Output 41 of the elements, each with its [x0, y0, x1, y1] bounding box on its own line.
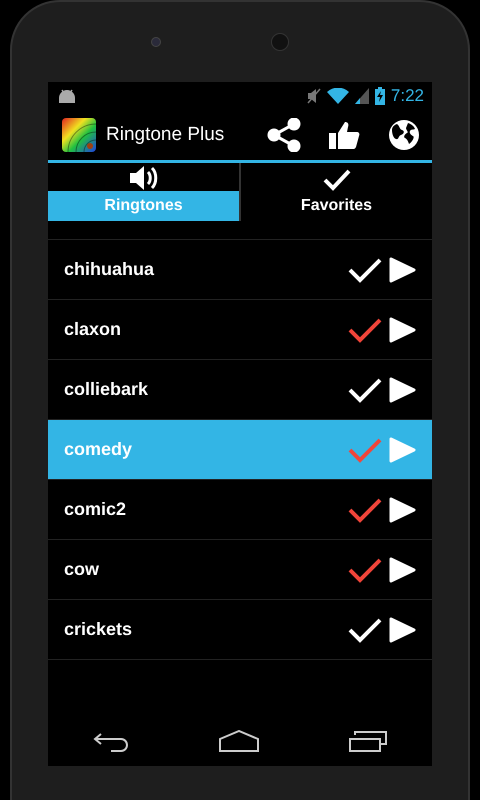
ringtone-name: crickets: [64, 619, 134, 640]
ringtone-name: claxon: [64, 319, 122, 340]
tab[interactable]: Favorites: [239, 163, 432, 221]
play-icon[interactable]: [388, 496, 416, 524]
camera-lens: [151, 37, 161, 47]
favorite-check-icon[interactable]: [348, 436, 382, 462]
app-logo-icon: [62, 118, 96, 152]
ringtone-row[interactable]: comic2: [48, 480, 432, 540]
ringtone-name: comic2: [64, 499, 128, 520]
speaker-grille: [271, 33, 289, 51]
ringtone-name: cow: [64, 559, 100, 580]
check-icon: [322, 169, 350, 191]
clock-time: 7:22: [390, 86, 424, 106]
play-icon[interactable]: [388, 316, 416, 344]
ringtone-row[interactable]: claxon: [48, 300, 432, 360]
favorite-check-icon[interactable]: [348, 316, 382, 342]
ringtone-name: colliebark: [64, 379, 150, 400]
home-icon[interactable]: [219, 730, 259, 752]
speaker-icon: [128, 165, 158, 191]
globe-icon[interactable]: [388, 119, 420, 151]
play-icon[interactable]: [388, 616, 416, 644]
app-title: Ringtone Plus: [106, 124, 226, 146]
ringtone-row[interactable]: crickets: [48, 600, 432, 660]
ringtone-name: chihuahua: [64, 259, 156, 280]
ringtone-row[interactable]: chihuahua: [48, 240, 432, 300]
signal-icon: [354, 88, 369, 104]
ringtone-row[interactable]: cow: [48, 540, 432, 600]
favorite-check-icon[interactable]: [348, 496, 382, 522]
battery-icon: [374, 87, 385, 105]
ringtone-name: comedy: [64, 439, 134, 460]
play-icon[interactable]: [388, 376, 416, 404]
wifi-icon: [326, 88, 349, 104]
android-icon: [58, 89, 76, 103]
muted-icon: [306, 88, 321, 104]
back-icon[interactable]: [93, 732, 129, 752]
play-icon[interactable]: [388, 556, 416, 584]
play-icon[interactable]: [388, 256, 416, 284]
thumbs-up-icon[interactable]: [328, 119, 360, 151]
recent-apps-icon[interactable]: [349, 730, 387, 752]
favorite-check-icon[interactable]: [348, 556, 382, 582]
share-icon[interactable]: [267, 118, 301, 152]
